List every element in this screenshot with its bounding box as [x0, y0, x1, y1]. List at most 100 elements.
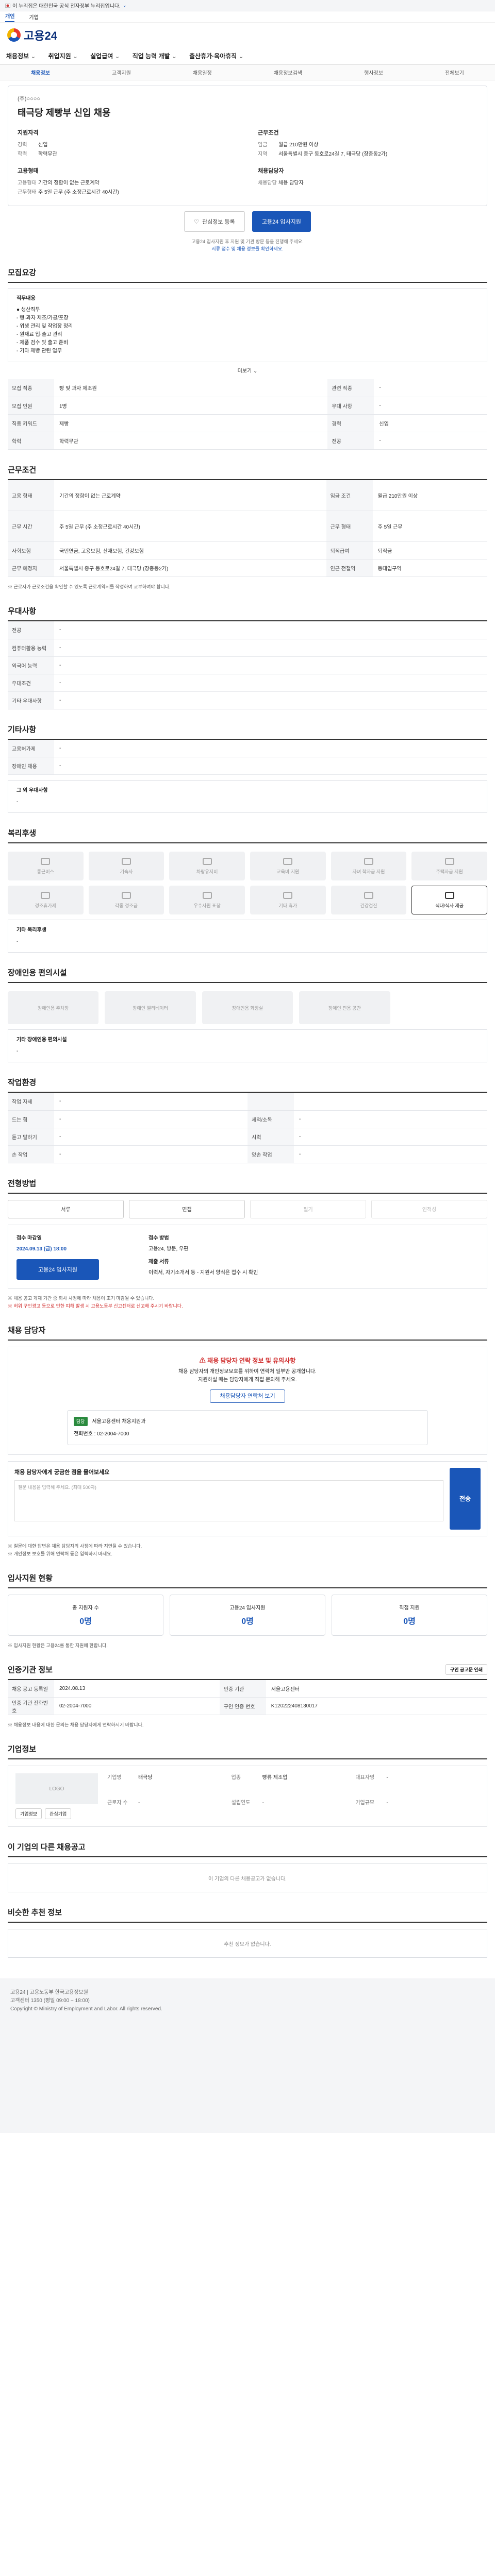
view-contact-button[interactable]: 채용담당자 연락처 보기 — [210, 1389, 285, 1403]
nav-item-support[interactable]: 취업지원 — [48, 52, 78, 60]
kv-value: 채용 담당자 — [278, 180, 304, 186]
question-box: 채용 담당자에게 궁금한 점을 물어보세요 질문 내용을 입력해 주세요. (최… — [8, 1461, 487, 1536]
more-link[interactable]: 더보기 ⌄ — [8, 366, 487, 374]
table-row: 인증 기관 전화번호 02-2004-7000 구인 인증 번호 K120222408… — [8, 1697, 487, 1715]
cell-head — [248, 1093, 294, 1111]
benefit-label: 차량유지비 — [196, 869, 218, 874]
benefit-item: 차량유지비 — [169, 852, 245, 880]
cell: 기간의 정함이 없는 근로계약 — [54, 480, 326, 511]
award-icon — [202, 891, 212, 899]
print-button[interactable]: 구인 공고문 인쇄 — [446, 1664, 487, 1675]
etc-table: 고용허가제 - 장애인 채용 - — [8, 739, 487, 775]
info-section: 인증기관 정보 구인 공고문 인쇄 채용 공고 등록일 2024.08.13 인증 기… — [8, 1664, 487, 1730]
subnav-item[interactable]: 전체보기 — [445, 69, 464, 76]
accessible-grid: 장애인용 주차장 장애인 엘리베이터 장애인용 화장실 장애인 전용 공간 — [8, 991, 487, 1024]
cell: K120222408130017 — [266, 1697, 487, 1715]
cell-head: 모집 직종 — [8, 379, 54, 397]
extra-label: 그 외 우대사항 — [16, 788, 48, 793]
cell: 2024.08.13 — [54, 1680, 220, 1698]
table-row: 고용허가제 - — [8, 739, 487, 757]
empty-message: 이 기업의 다른 채용공고가 없습니다. — [8, 1863, 487, 1892]
table-row: 우대조건 - — [8, 674, 487, 692]
subnav-item[interactable]: 고객지원 — [112, 69, 131, 76]
cell: - — [54, 739, 487, 757]
vacation-icon — [283, 891, 293, 899]
company-logo: LOGO — [15, 1773, 98, 1804]
subnav-item[interactable]: 행사정보 — [364, 69, 383, 76]
nav-item-leave[interactable]: 출산휴가·육아휴직 — [189, 52, 244, 60]
phone-label: 전화번호 — [74, 1431, 93, 1437]
cell: - — [54, 656, 487, 674]
benefit-item: 경조휴가제 — [8, 886, 84, 914]
kv-key: 지역 — [258, 151, 268, 157]
cell-head: 고용허가제 — [8, 739, 54, 757]
prefer-section: 우대사항 전공 - 컴퓨터활용 능력 - 외국어 능력 - 우대조건 - 기타 우대사항… — [8, 605, 487, 709]
chevron-down-icon[interactable]: ⌄ — [123, 3, 127, 8]
tab-personal[interactable]: 개인 — [5, 12, 15, 22]
benefit-extra-box: 기타 복리후생 - — [8, 920, 487, 953]
phone-value: 02-2004-7000 — [97, 1431, 129, 1437]
company-info-button[interactable]: 기업정보 — [15, 1808, 42, 1819]
benefit-label: 통근버스 — [37, 869, 54, 874]
section-title: 인증기관 정보 — [8, 1665, 53, 1674]
cell-head: 전공 — [327, 432, 374, 450]
section-title: 근무조건 — [8, 464, 487, 480]
benefit-item-active: 식대/식사 제공 — [411, 886, 487, 914]
deadline-label: 접수 마감일 — [16, 1235, 42, 1241]
cell: - — [54, 691, 487, 709]
benefit-label: 기숙사 — [120, 869, 133, 874]
apply-button-2[interactable]: 고용24 입사지원 — [16, 1259, 99, 1280]
cell: 주 5일 근무 — [372, 511, 487, 542]
calendar-icon — [41, 891, 51, 899]
cell: - — [54, 1128, 248, 1146]
kv-key: 기업규모 — [355, 1800, 375, 1806]
extra-value: - — [16, 939, 19, 944]
nav-item-training[interactable]: 직업 능력 개발 — [133, 52, 177, 60]
warning-line: ※ 허위 구인광고 등으로 인한 피해 발생 시 고용노동부 신고센터로 신고해… — [8, 1303, 183, 1309]
apply-button[interactable]: 고용24 입사지원 — [252, 211, 311, 232]
table-row: 근무 시간 주 5일 근무 (주 소정근로시간 40시간) 근무 형태 주 5일 근무 — [8, 511, 487, 542]
flag-icon — [5, 3, 10, 8]
benefit-section: 복리후생 통근버스 기숙사 차량유지비 교육비 지원 자녀 학자금 지원 주택자… — [8, 827, 487, 953]
interest-button[interactable]: ♡ 관심정보 등록 — [184, 211, 245, 232]
step-document: 서류 — [8, 1199, 124, 1218]
apply-note: 고용24 입사지원 후 지원 및 기관 방문 등을 진행해 주세요. 서류 접수… — [8, 238, 487, 252]
cell-head: 외국어 능력 — [8, 656, 54, 674]
cell-head: 채용 공고 등록일 — [8, 1680, 54, 1698]
nav-item-unemployment[interactable]: 실업급여 — [90, 52, 120, 60]
job-summary-card: (주)○○○○ 태극당 제빵부 신입 채용 지원자격 경력 신입 학력 학력무관 근… — [8, 86, 487, 206]
deadline-value: 2024.09.13 (금) 18:00 — [16, 1246, 67, 1252]
logo-icon[interactable] — [7, 28, 21, 42]
car-icon — [202, 857, 212, 865]
kv-value: 학력무관 — [38, 151, 57, 157]
site-logo[interactable]: 고용24 — [24, 27, 57, 43]
step-interview: 면접 — [129, 1199, 245, 1218]
benefit-item: 통근버스 — [8, 852, 84, 880]
note-line: ※ 질문에 대한 답변은 채용 담당자의 사정에 따라 지연될 수 있습니다. — [8, 1543, 142, 1549]
cell: 빵 및 과자 제조원 — [54, 379, 328, 397]
qualification-block: 지원자격 경력 신입 학력 학력무관 — [18, 128, 237, 159]
benefit-label: 건강검진 — [360, 903, 377, 908]
tab-company[interactable]: 기업 — [29, 13, 38, 21]
subnav-item[interactable]: 채용정보 — [31, 69, 50, 76]
extra-label: 기타 복리후생 — [16, 927, 46, 933]
send-button[interactable]: 전송 — [450, 1467, 481, 1530]
kv-value: 기간의 정함이 없는 근로계약 — [38, 180, 100, 186]
cell — [294, 1093, 487, 1111]
table-row: 외국어 능력 - — [8, 656, 487, 674]
block-title: 채용담당자 — [258, 168, 284, 174]
benefit-item: 각종 경조금 — [88, 886, 164, 914]
benefit-item: 기타 휴가 — [250, 886, 326, 914]
company-box: LOGO 기업정보 관심기업 기업명 태극당 업종 빵류 제조업 대표자명 - 근로자… — [8, 1766, 487, 1827]
favorite-company-button[interactable]: 관심기업 — [45, 1808, 72, 1819]
subnav-item[interactable]: 채용일정 — [193, 69, 212, 76]
warning-icon: ⚠ — [199, 1357, 208, 1364]
alert-title: 채용 담당자 연락 정보 및 유의사항 — [207, 1357, 296, 1364]
subnav-item[interactable]: 채용정보검색 — [274, 69, 302, 76]
nav-item-jobs[interactable]: 채용정보 — [6, 52, 36, 60]
section-title: 우대사항 — [8, 605, 487, 621]
cell-head: 근무 형태 — [326, 511, 373, 542]
question-input[interactable]: 질문 내용을 입력해 주세요. (최대 500자) — [14, 1480, 443, 1521]
cell-head: 인근 전철역 — [326, 559, 373, 577]
stat-card: 고용24 입사지원 0명 — [170, 1594, 325, 1636]
